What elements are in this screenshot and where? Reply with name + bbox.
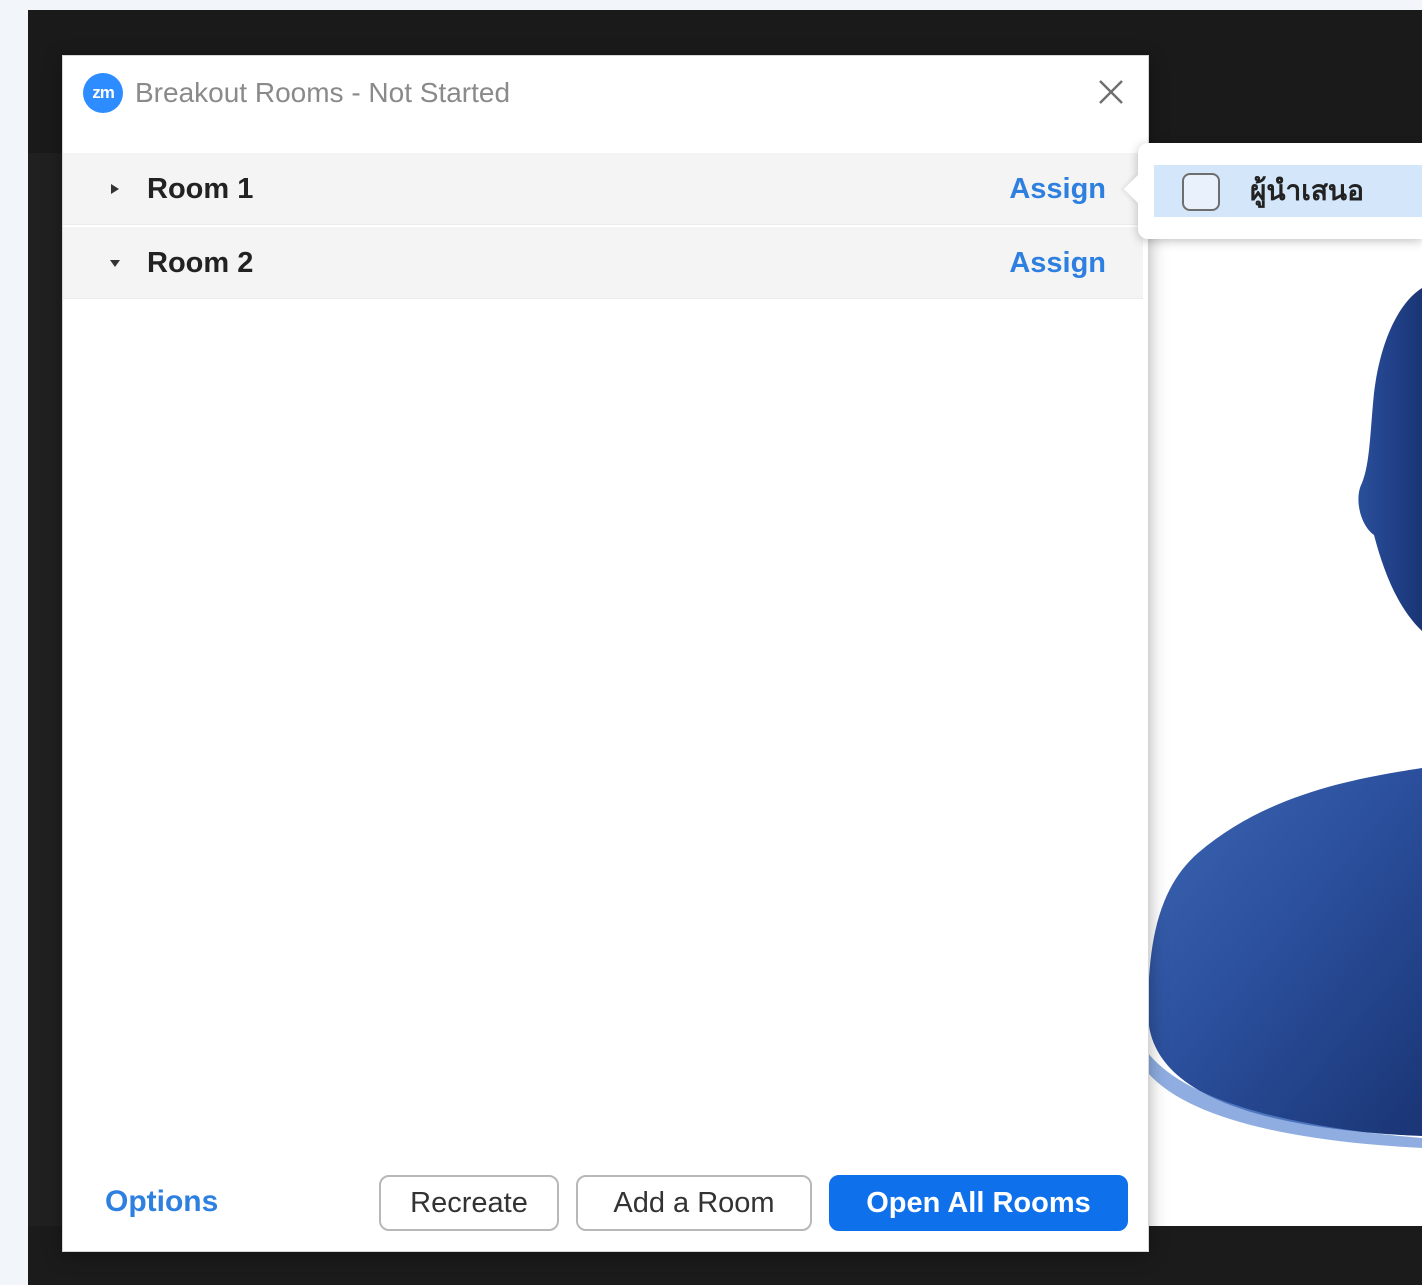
caret-right-icon[interactable] [107, 181, 123, 197]
title-bar: zm Breakout Rooms - Not Started [63, 56, 1148, 153]
assign-link-room-1[interactable]: Assign [1009, 171, 1106, 207]
participant-video-tile [1148, 153, 1422, 1226]
close-icon [1099, 80, 1123, 104]
window-title: Breakout Rooms - Not Started [135, 77, 511, 108]
participant-name: ผู้นำเสนอ [1250, 175, 1364, 206]
room-row-1[interactable]: Room 1 Assign [63, 153, 1143, 225]
assign-link-room-2[interactable]: Assign [1009, 245, 1106, 281]
caret-down-icon[interactable] [107, 255, 123, 271]
zoom-logo-icon: zm [83, 73, 123, 113]
participant-checkbox[interactable] [1182, 173, 1220, 211]
room-row-2[interactable]: Room 2 Assign [63, 227, 1143, 299]
open-all-rooms-button[interactable]: Open All Rooms [829, 1175, 1128, 1231]
options-link[interactable]: Options [105, 1183, 218, 1221]
dialog-footer: Options Recreate Add a Room Open All Roo… [63, 1171, 1148, 1241]
participant-list-item[interactable]: ผู้นำเสนอ [1154, 165, 1422, 217]
add-room-button[interactable]: Add a Room [576, 1175, 812, 1231]
breakout-rooms-dialog: zm Breakout Rooms - Not Started Room 1 A… [63, 56, 1148, 1251]
recreate-button[interactable]: Recreate [379, 1175, 559, 1231]
assign-participant-popup: ผู้นำเสนอ [1123, 143, 1422, 239]
close-button[interactable] [1091, 72, 1131, 112]
avatar [1148, 288, 1422, 1148]
room-name: Room 1 [147, 173, 254, 205]
room-name: Room 2 [147, 247, 254, 279]
logo-text: zm [92, 83, 115, 102]
